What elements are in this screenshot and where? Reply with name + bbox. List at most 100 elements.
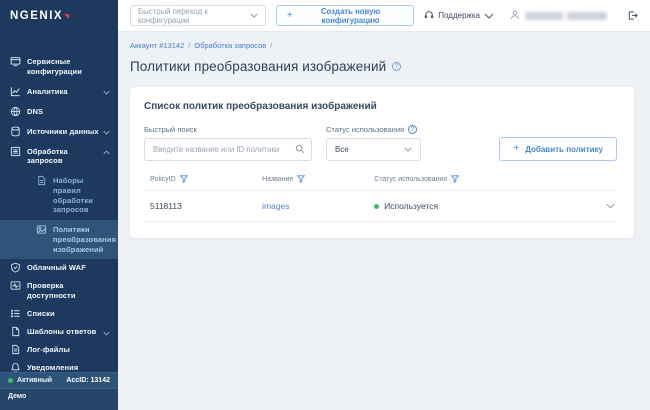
account-id: AccID: 13142 [66, 377, 110, 384]
plus-icon: + [513, 143, 520, 154]
status-filter-group: Статус использования ? Все [326, 125, 421, 161]
cell-status: Используется [384, 201, 439, 211]
sidebar-item-dns[interactable]: DNS [0, 102, 118, 122]
filter-funnel-icon[interactable] [179, 175, 188, 183]
sidebar: NGENIX Сервисные конфигурации Аналитика … [0, 0, 118, 410]
database-icon [10, 126, 21, 137]
sidebar-item-request-processing[interactable]: Обработка запросов [0, 142, 118, 172]
brand-logo-accent-icon [64, 14, 70, 19]
topbar: Быстрый переход к конфигурации + Создать… [118, 0, 650, 32]
filter-funnel-icon[interactable] [451, 175, 460, 183]
table-row: 5118113 images Используется [144, 190, 617, 222]
search-icon [295, 144, 305, 154]
sidebar-item-service-configs[interactable]: Сервисные конфигурации [0, 52, 118, 82]
sidebar-footer-fill [0, 404, 118, 410]
page-title-row: Политики преобразования изображений ? [130, 59, 634, 74]
sidebar-item-response-templates[interactable]: Шаблоны ответов [0, 323, 118, 341]
chevron-down-icon [404, 147, 412, 152]
support-menu[interactable]: Поддержка [424, 7, 494, 25]
shield-icon [10, 262, 21, 273]
quick-config-placeholder: Быстрый переход к конфигурации [138, 6, 208, 25]
chart-icon [10, 86, 21, 97]
chevron-down-icon [103, 331, 110, 336]
sidebar-item-analytics[interactable]: Аналитика [0, 82, 118, 102]
quick-config-select[interactable]: Быстрый переход к конфигурации [130, 5, 266, 26]
page-title: Политики преобразования изображений [130, 59, 387, 74]
headset-icon [424, 7, 434, 25]
list-icon [10, 308, 21, 319]
brand-logo[interactable]: NGENIX [0, 0, 118, 32]
chevron-down-icon [103, 90, 110, 95]
image-icon [36, 224, 47, 235]
availability-icon [10, 280, 21, 291]
filter-funnel-icon[interactable] [297, 175, 306, 183]
request-processing-icon [10, 146, 21, 157]
sidebar-item-image-policies[interactable]: Политики преобразования изображений [0, 220, 118, 260]
user-icon [510, 7, 520, 25]
cell-policy-id: 5118113 [150, 201, 182, 211]
user-name-redacted [525, 11, 607, 20]
quick-search-label: Быстрый поиск [144, 125, 197, 134]
quick-search-group: Быстрый поиск [144, 125, 312, 161]
user-menu[interactable] [510, 7, 607, 25]
column-header-name: Название [262, 175, 294, 183]
sidebar-item-log-files[interactable]: Лог-файлы [0, 341, 118, 359]
create-config-label: Создать новую конфигурацию [320, 6, 381, 25]
chevron-down-icon [484, 11, 494, 21]
status-help-icon[interactable]: ? [408, 125, 418, 134]
account-status-label: Активный [17, 377, 53, 384]
logout-button[interactable] [627, 10, 638, 21]
sidebar-item-cloud-waf[interactable]: Облачный WAF [0, 259, 118, 277]
add-policy-button[interactable]: + Добавить политику [499, 137, 617, 161]
breadcrumb-separator: / [188, 41, 191, 50]
status-filter-select[interactable]: Все [326, 138, 421, 161]
chevron-down-icon [250, 13, 258, 18]
policy-name-link[interactable]: images [262, 201, 289, 211]
sidebar-item-rulesets[interactable]: Наборы правил обработки запросов [0, 171, 118, 220]
brand-logo-text: NGENIX [10, 10, 64, 22]
chevron-up-icon [103, 149, 110, 155]
add-policy-label: Добавить политику [525, 144, 603, 154]
app-window: NGENIX Сервисные конфигурации Аналитика … [0, 0, 650, 410]
status-dot-icon [8, 378, 13, 383]
sidebar-item-data-sources[interactable]: Источники данных [0, 122, 118, 142]
status-filter-value: Все [335, 145, 349, 154]
support-label: Поддержка [438, 11, 480, 20]
sidebar-nav: Сервисные конфигурации Аналитика DNS Ист… [0, 32, 118, 372]
search-input[interactable] [144, 138, 312, 161]
sidebar-footer: Активный AccID: 13142 Демо [0, 372, 118, 410]
breadcrumb-separator: / [270, 41, 273, 50]
main-column: Быстрый переход к конфигурации + Создать… [118, 0, 650, 410]
breadcrumb-request-processing-link[interactable]: Обработка запросов [194, 41, 266, 50]
plus-icon: + [286, 9, 293, 21]
environment-label: Демо [8, 393, 27, 400]
topbar-right: Поддержка [424, 7, 638, 25]
status-filter-label: Статус использования [326, 125, 405, 134]
globe-icon [10, 106, 21, 117]
card-heading: Список политик преобразования изображени… [144, 101, 377, 112]
ruleset-icon [36, 175, 47, 186]
create-config-button[interactable]: + Создать новую конфигурацию [275, 5, 415, 26]
filter-row: Быстрый поиск Статус использования ? Все [144, 125, 617, 161]
row-expand-chevron-icon[interactable] [606, 203, 617, 209]
sidebar-item-lists[interactable]: Списки [0, 305, 118, 323]
template-icon [10, 326, 21, 337]
breadcrumb: Аккаунт #13142 / Обработка запросов / [130, 41, 634, 50]
file-icon [10, 344, 21, 355]
content-area: Аккаунт #13142 / Обработка запросов / По… [118, 32, 650, 410]
status-dot-icon [374, 203, 380, 209]
table-header-row: PolicyID Название Статус использования [144, 175, 617, 190]
chevron-down-icon [103, 130, 110, 135]
help-icon[interactable]: ? [392, 62, 402, 71]
sidebar-item-notifications[interactable]: Уведомления [0, 359, 118, 372]
bell-icon [10, 362, 21, 372]
column-header-policyid: PolicyID [150, 175, 176, 183]
breadcrumb-account-link[interactable]: Аккаунт #13142 [130, 41, 184, 50]
account-status-row: Активный AccID: 13142 [0, 372, 118, 388]
environment-row[interactable]: Демо [0, 388, 118, 404]
policies-card: Список политик преобразования изображени… [130, 87, 634, 238]
column-header-status: Статус использования [374, 175, 448, 183]
monitor-icon [10, 56, 21, 67]
sidebar-item-availability-check[interactable]: Проверка доступности [0, 277, 118, 305]
policies-table: PolicyID Название Статус использования 5… [144, 175, 617, 222]
